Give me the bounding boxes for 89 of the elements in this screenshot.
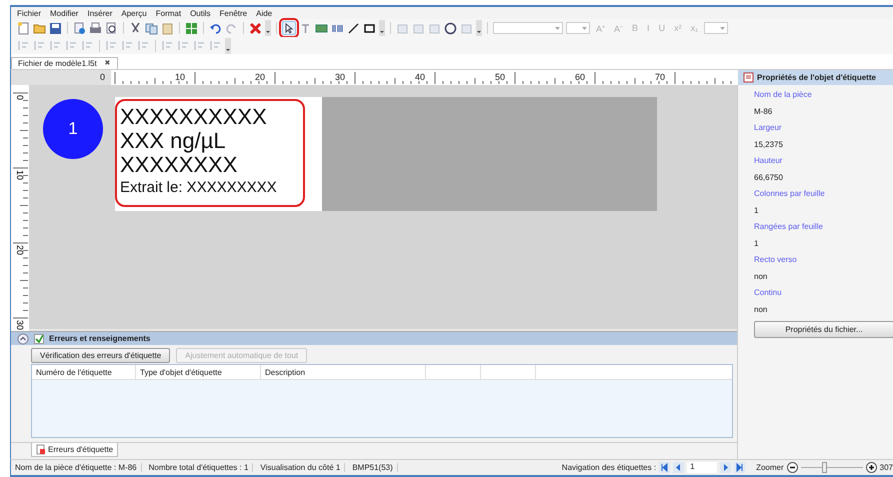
properties-icon [743, 72, 754, 83]
menu-item[interactable]: Modifier [50, 8, 78, 18]
action-button[interactable]: Vérification des erreurs d'étiquette [31, 348, 170, 363]
property-label: Hauteur [754, 155, 784, 167]
folder-icon[interactable] [33, 22, 46, 34]
page-field[interactable]: 1 [687, 462, 718, 473]
panel-title: Erreurs et renseignements [49, 334, 150, 343]
previous-page-icon[interactable] [673, 462, 684, 473]
collapse-icon[interactable] [17, 332, 29, 344]
delete-icon[interactable] [249, 22, 262, 34]
property-value: 1 [754, 238, 760, 250]
magnifier-icon[interactable] [105, 22, 118, 34]
menu-item[interactable]: Insérer [87, 8, 112, 18]
ruler-number: 30 [334, 72, 346, 83]
status-label: Zoomer [756, 463, 784, 472]
circle-icon[interactable] [444, 22, 457, 34]
next-page-icon[interactable] [720, 462, 732, 473]
status-label: Navigation des étiquettes : [562, 463, 656, 472]
property-label: Recto verso [754, 254, 798, 266]
property-value: 66,6750 [754, 172, 784, 184]
label-text[interactable]: XXX ng/µL [120, 129, 303, 153]
column-header[interactable]: Type d'objet d'étiquette [136, 365, 261, 379]
overflow-icon[interactable] [225, 38, 231, 54]
ruler-number: 10 [174, 72, 186, 83]
ruler-number: 40 [414, 72, 426, 83]
ruler-number: 20 [254, 72, 266, 83]
ruler-number: 60 [574, 72, 586, 83]
document-icon [36, 444, 46, 455]
file-properties-button[interactable]: Propriétés du fichier... [754, 321, 893, 338]
document-icon[interactable] [73, 22, 86, 34]
menu-item[interactable]: Fenêtre [220, 8, 248, 18]
property-value: non [754, 304, 768, 316]
property-value: 1 [754, 204, 760, 216]
menu-item[interactable]: Aide [256, 8, 272, 18]
label-text[interactable]: XXXXXXXX [120, 153, 303, 177]
zoom-in-icon[interactable] [866, 462, 877, 473]
caret-icon [720, 27, 726, 30]
pointer-tool-button[interactable] [282, 21, 296, 35]
property-value: 15,2375 [754, 138, 784, 150]
zoom-slider-thumb[interactable] [822, 462, 827, 473]
clipboard-icon[interactable] [161, 22, 174, 34]
label-text[interactable]: Extrait le: XXXXXXXXX [120, 177, 303, 199]
rectangle-icon[interactable] [363, 22, 376, 34]
column-header[interactable]: Description [261, 365, 426, 379]
status-item: BMP51(53) [348, 463, 398, 472]
grid-icon[interactable] [185, 22, 198, 34]
label-text[interactable]: XXXXXXXXXX [120, 105, 303, 129]
new-document-icon[interactable] [17, 22, 30, 34]
ruler-number: 70 [654, 72, 666, 83]
ruler-number: 0 [98, 72, 106, 83]
overflow-icon[interactable] [379, 20, 385, 36]
undo-icon[interactable] [209, 22, 222, 34]
overflow-icon[interactable] [476, 20, 482, 36]
menu-item[interactable]: Outils [190, 8, 211, 18]
save-icon[interactable] [49, 22, 62, 34]
property-value: non [754, 270, 768, 282]
copy-icon[interactable] [145, 22, 158, 34]
image-icon[interactable] [315, 22, 328, 34]
overflow-icon[interactable] [265, 20, 271, 36]
vertical-ruler: 0 10 20 30 [11, 85, 29, 331]
printer-icon[interactable] [89, 22, 102, 34]
zoom-value: 307 [880, 463, 893, 472]
property-label: Rangées par feuille [754, 221, 824, 233]
property-label: Nom de la pièce [754, 89, 813, 101]
errors-tab[interactable]: Erreurs d'étiquette [31, 443, 118, 457]
property-label: Continu [754, 287, 783, 299]
status-item: Nombre total d'étiquettes : 1 [144, 463, 254, 472]
ruler-number: 50 [494, 72, 506, 83]
column-header[interactable]: Numéro de l'étiquette [32, 365, 136, 379]
property-label: Largeur [754, 122, 783, 134]
size-dropdown[interactable] [566, 22, 590, 34]
menu-item[interactable]: Aperçu [121, 8, 147, 18]
first-page-icon[interactable] [659, 462, 670, 473]
panel-title: Propriétés de l'objet d'étiquette [757, 73, 876, 82]
property-value: M-86 [754, 106, 774, 118]
caret-icon [582, 27, 587, 30]
label-number-badge: 1 [43, 99, 103, 159]
status-item: Nom de la pièce d'étiquette : M-86 [11, 463, 142, 472]
checkbox[interactable] [34, 334, 44, 344]
line-icon[interactable] [347, 22, 360, 34]
spacing-dropdown[interactable] [704, 22, 728, 34]
status-item: Visualisation du côté 1 [256, 463, 346, 472]
menu-item[interactable]: Format [156, 8, 182, 18]
last-page-icon[interactable] [734, 462, 746, 473]
menu-item[interactable]: Fichier [17, 8, 42, 18]
text-tool-icon[interactable] [299, 22, 312, 34]
zoom-out-icon[interactable] [786, 462, 798, 473]
caret-icon [555, 27, 560, 30]
property-label: Colonnes par feuille [754, 188, 826, 200]
